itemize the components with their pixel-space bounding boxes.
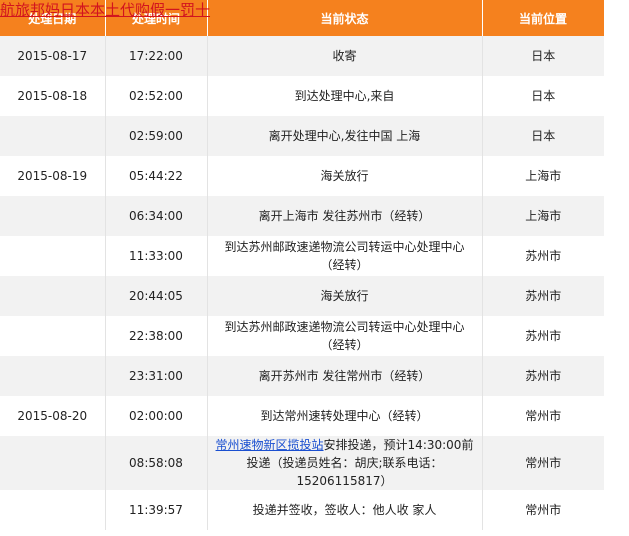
time-cell: 02:52:00 bbox=[105, 76, 208, 116]
tracking-table-frame: 处理日期 处理时间 当前状态 当前位置 2015-08-17 17:22:00 … bbox=[0, 0, 605, 536]
status-cell: 到达处理中心,来自 bbox=[207, 76, 483, 116]
date-cell: 2015-08-20 bbox=[0, 396, 106, 436]
page-margin bbox=[604, 0, 629, 536]
status-cell: 离开苏州市 发往常州市（经转） bbox=[207, 356, 483, 396]
location-cell: 日本 bbox=[482, 36, 604, 76]
table-row: 11:39:57 投递并签收，签收人：他人收 家人 常州市 bbox=[0, 490, 604, 530]
date-cell: 2015-08-17 bbox=[0, 36, 106, 76]
time-cell: 06:34:00 bbox=[105, 196, 208, 236]
time-cell: 08:58:08 bbox=[105, 436, 208, 490]
status-cell: 离开上海市 发往苏州市（经转） bbox=[207, 196, 483, 236]
table-row: 08:58:08 常州速物新区揽投站安排投递，预计14:30:00前投递（投递员… bbox=[0, 436, 604, 490]
tracking-table: 处理日期 处理时间 当前状态 当前位置 2015-08-17 17:22:00 … bbox=[0, 0, 605, 530]
status-cell: 到达苏州邮政速递物流公司转运中心处理中心（经转） bbox=[207, 236, 483, 276]
location-cell: 苏州市 bbox=[482, 236, 604, 276]
location-cell: 日本 bbox=[482, 76, 604, 116]
time-cell: 02:59:00 bbox=[105, 116, 208, 156]
location-cell: 上海市 bbox=[482, 156, 604, 196]
time-cell: 17:22:00 bbox=[105, 36, 208, 76]
location-cell: 苏州市 bbox=[482, 356, 604, 396]
time-cell: 23:31:00 bbox=[105, 356, 208, 396]
status-cell: 投递并签收，签收人：他人收 家人 bbox=[207, 490, 483, 530]
date-cell bbox=[0, 316, 106, 356]
status-cell: 收寄 bbox=[207, 36, 483, 76]
date-cell bbox=[0, 436, 106, 490]
table-row: 2015-08-17 17:22:00 收寄 日本 bbox=[0, 36, 604, 76]
table-row: 2015-08-18 02:52:00 到达处理中心,来自 日本 bbox=[0, 76, 604, 116]
time-cell: 11:39:57 bbox=[105, 490, 208, 530]
status-cell: 到达常州速转处理中心（经转） bbox=[207, 396, 483, 436]
banner-link[interactable]: 航旅邦妈日本本土代购假一罚十 bbox=[0, 1, 260, 19]
location-cell: 常州市 bbox=[482, 490, 604, 530]
date-cell bbox=[0, 236, 106, 276]
date-cell bbox=[0, 276, 106, 316]
date-cell bbox=[0, 490, 106, 530]
status-cell: 海关放行 bbox=[207, 156, 483, 196]
location-cell: 日本 bbox=[482, 116, 604, 156]
status-cell: 离开处理中心,发往中国 上海 bbox=[207, 116, 483, 156]
post-office-link[interactable]: 常州速物新区揽投站 bbox=[216, 438, 324, 452]
time-cell: 02:00:00 bbox=[105, 396, 208, 436]
location-cell: 上海市 bbox=[482, 196, 604, 236]
location-cell: 苏州市 bbox=[482, 276, 604, 316]
table-row: 23:31:00 离开苏州市 发往常州市（经转） 苏州市 bbox=[0, 356, 604, 396]
status-cell: 海关放行 bbox=[207, 276, 483, 316]
table-row: 22:38:00 到达苏州邮政速递物流公司转运中心处理中心（经转） 苏州市 bbox=[0, 316, 604, 356]
table-row: 06:34:00 离开上海市 发往苏州市（经转） 上海市 bbox=[0, 196, 604, 236]
date-cell bbox=[0, 116, 106, 156]
table-row: 02:59:00 离开处理中心,发往中国 上海 日本 bbox=[0, 116, 604, 156]
table-row: 2015-08-19 05:44:22 海关放行 上海市 bbox=[0, 156, 604, 196]
date-cell bbox=[0, 356, 106, 396]
time-cell: 05:44:22 bbox=[105, 156, 208, 196]
status-cell: 常州速物新区揽投站安排投递，预计14:30:00前投递（投递员姓名：胡庆;联系电… bbox=[207, 436, 483, 490]
date-cell: 2015-08-18 bbox=[0, 76, 106, 116]
time-cell: 22:38:00 bbox=[105, 316, 208, 356]
table-row: 20:44:05 海关放行 苏州市 bbox=[0, 276, 604, 316]
location-cell: 苏州市 bbox=[482, 316, 604, 356]
table-row: 11:33:00 到达苏州邮政速递物流公司转运中心处理中心（经转） 苏州市 bbox=[0, 236, 604, 276]
date-cell bbox=[0, 196, 106, 236]
time-cell: 20:44:05 bbox=[105, 276, 208, 316]
location-cell: 常州市 bbox=[482, 436, 604, 490]
time-cell: 11:33:00 bbox=[105, 236, 208, 276]
status-cell: 到达苏州邮政速递物流公司转运中心处理中心（经转） bbox=[207, 316, 483, 356]
table-row: 2015-08-20 02:00:00 到达常州速转处理中心（经转） 常州市 bbox=[0, 396, 604, 436]
location-cell: 常州市 bbox=[482, 396, 604, 436]
header-location: 当前位置 bbox=[482, 0, 605, 36]
date-cell: 2015-08-19 bbox=[0, 156, 106, 196]
